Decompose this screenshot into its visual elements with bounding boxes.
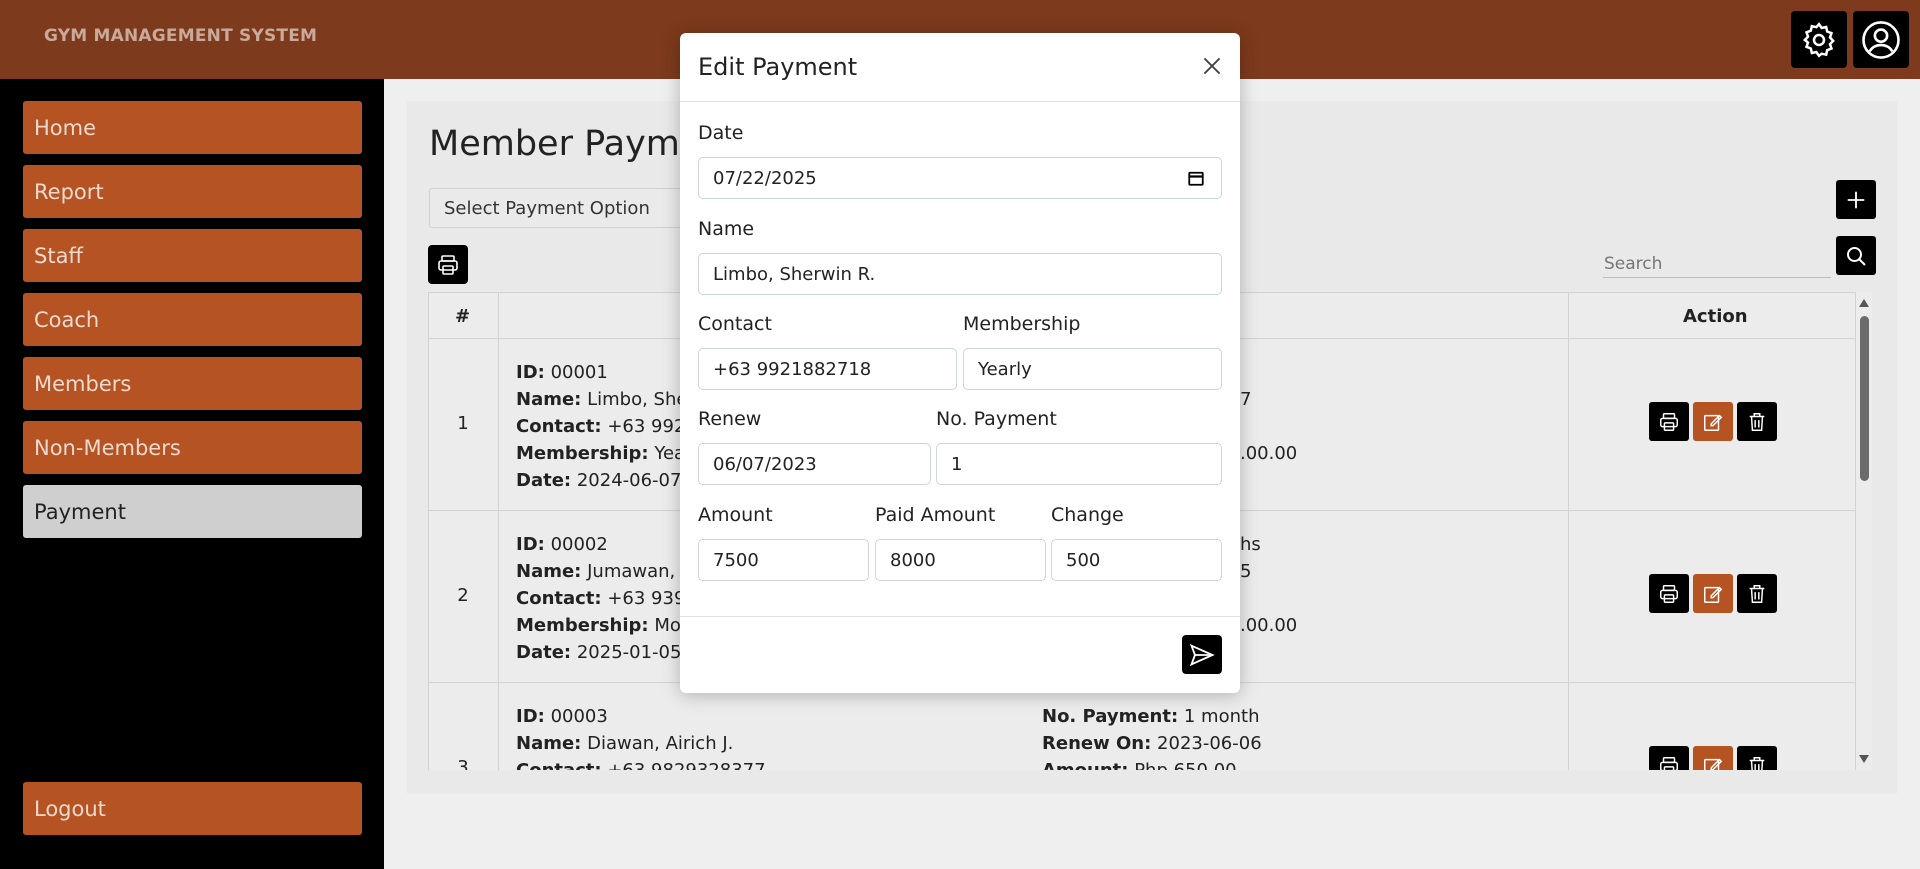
name-field[interactable]: Limbo, Sherwin R. xyxy=(698,253,1222,295)
paid-amount-label: Paid Amount xyxy=(875,504,996,526)
name-label: Name xyxy=(698,218,755,240)
modal-title: Edit Payment xyxy=(698,53,858,81)
renew-label: Renew xyxy=(698,408,762,430)
amount-label: Amount xyxy=(698,504,773,526)
change-field[interactable]: 500 xyxy=(1051,539,1222,581)
close-icon xyxy=(1203,57,1221,75)
modal-header-divider xyxy=(680,101,1240,102)
membership-field[interactable]: Yearly xyxy=(963,348,1222,390)
contact-label: Contact xyxy=(698,313,772,335)
paid-amount-field[interactable]: 8000 xyxy=(875,539,1046,581)
calendar-icon[interactable] xyxy=(1187,169,1205,187)
no-payment-field[interactable]: 1 xyxy=(936,443,1222,485)
date-label: Date xyxy=(698,122,744,144)
send-icon xyxy=(1189,643,1215,666)
membership-label: Membership xyxy=(963,313,1081,335)
close-button[interactable] xyxy=(1199,53,1225,79)
contact-field[interactable]: +63 9921882718 xyxy=(698,348,957,390)
no-payment-label: No. Payment xyxy=(936,408,1057,430)
amount-field[interactable]: 7500 xyxy=(698,539,869,581)
date-field[interactable]: 07/22/2025 xyxy=(698,157,1222,199)
edit-payment-modal: Edit Payment Date 07/22/2025 Name Limbo,… xyxy=(680,33,1240,693)
submit-button[interactable] xyxy=(1182,635,1222,674)
change-label: Change xyxy=(1051,504,1124,526)
modal-footer-divider xyxy=(680,616,1240,617)
renew-field[interactable]: 06/07/2023 xyxy=(698,443,931,485)
